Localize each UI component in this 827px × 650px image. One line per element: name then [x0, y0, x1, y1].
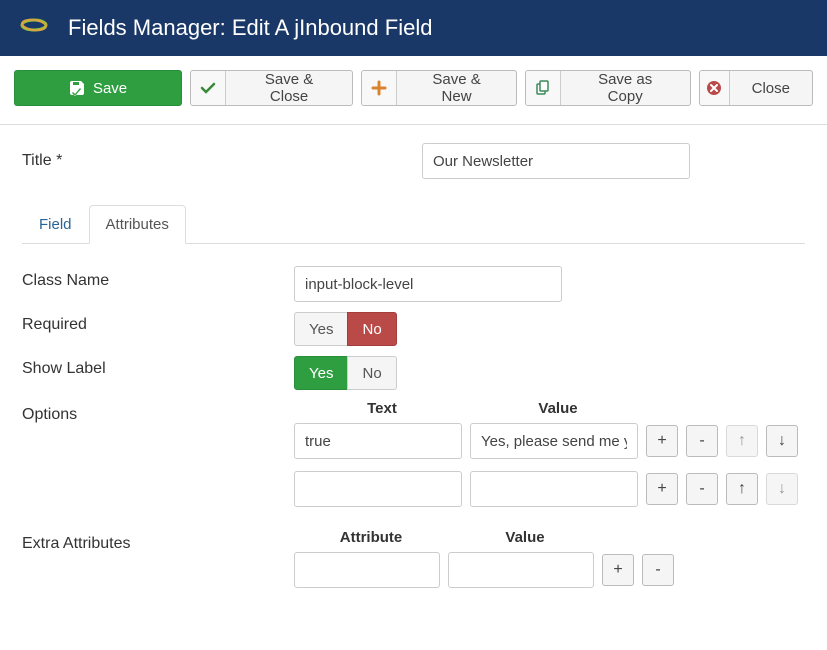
- copy-icon: [526, 71, 561, 105]
- option-up-button: ↑: [726, 425, 758, 457]
- save-button[interactable]: Save: [14, 70, 182, 106]
- option-text-input[interactable]: [294, 471, 462, 507]
- title-label: Title *: [22, 152, 422, 170]
- option-value-input[interactable]: [470, 423, 638, 459]
- required-toggle: Yes No: [294, 312, 397, 346]
- option-add-button[interactable]: +: [646, 425, 678, 457]
- page-header: Fields Manager: Edit A jInbound Field: [0, 0, 827, 56]
- option-down-button[interactable]: ↓: [766, 425, 798, 457]
- extra-attr-header: Attribute: [294, 529, 448, 546]
- show-label-label: Show Label: [22, 356, 294, 378]
- save-new-button[interactable]: Save & New: [361, 70, 517, 106]
- class-name-label: Class Name: [22, 266, 294, 290]
- extra-attr-input[interactable]: [294, 552, 440, 588]
- options-value-header: Value: [470, 400, 646, 417]
- extra-row: + -: [294, 552, 805, 588]
- option-text-input[interactable]: [294, 423, 462, 459]
- extra-attributes-label: Extra Attributes: [22, 529, 294, 553]
- close-icon: [700, 71, 730, 105]
- required-label: Required: [22, 312, 294, 334]
- extra-value-input[interactable]: [448, 552, 594, 588]
- class-name-input[interactable]: [294, 266, 562, 302]
- save-copy-button[interactable]: Save as Copy: [525, 70, 691, 106]
- required-yes-button[interactable]: Yes: [294, 312, 348, 346]
- option-remove-button[interactable]: -: [686, 425, 718, 457]
- content: Title * Field Attributes Class Name Requ…: [0, 125, 827, 650]
- check-icon: [191, 71, 226, 105]
- options-text-header: Text: [294, 400, 470, 417]
- page-title: Fields Manager: Edit A jInbound Field: [68, 15, 432, 41]
- tab-attributes[interactable]: Attributes: [89, 205, 186, 244]
- option-down-button: ↓: [766, 473, 798, 505]
- show-label-no-button[interactable]: No: [347, 356, 396, 390]
- save-close-button[interactable]: Save & Close: [190, 70, 353, 106]
- save-icon: [69, 80, 85, 96]
- option-remove-button[interactable]: -: [686, 473, 718, 505]
- option-up-button[interactable]: ↑: [726, 473, 758, 505]
- show-label-yes-button[interactable]: Yes: [294, 356, 348, 390]
- app-icon: [18, 12, 50, 44]
- option-value-input[interactable]: [470, 471, 638, 507]
- option-row: + - ↑ ↓: [294, 423, 805, 459]
- required-no-button[interactable]: No: [347, 312, 396, 346]
- extra-value-header: Value: [448, 529, 602, 546]
- option-row: + - ↑ ↓: [294, 471, 805, 507]
- title-input[interactable]: [422, 143, 690, 179]
- extra-add-button[interactable]: +: [602, 554, 634, 586]
- option-add-button[interactable]: +: [646, 473, 678, 505]
- tabs: Field Attributes: [22, 205, 805, 244]
- extra-remove-button[interactable]: -: [642, 554, 674, 586]
- plus-icon: [362, 71, 397, 105]
- options-label: Options: [22, 400, 294, 424]
- close-button[interactable]: Close: [699, 70, 813, 106]
- toolbar: Save Save & Close Save & New Save as Cop…: [0, 56, 827, 125]
- tab-field[interactable]: Field: [22, 205, 89, 244]
- show-label-toggle: Yes No: [294, 356, 397, 390]
